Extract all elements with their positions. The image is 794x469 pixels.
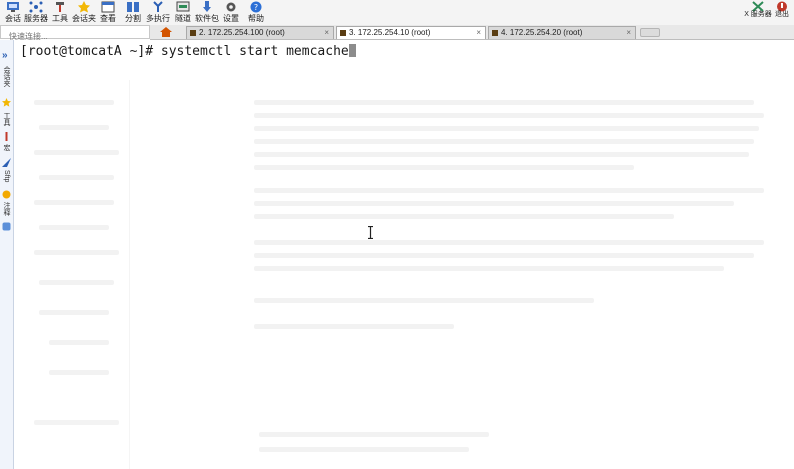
sidebar-item-sftp[interactable]: Sftp (1, 170, 12, 182)
view-icon (101, 1, 115, 13)
tab-close-icon[interactable]: × (476, 27, 481, 39)
terminal-tab-icon (190, 30, 196, 36)
svg-text:?: ? (254, 3, 258, 12)
session-tab-bar: 2. 172.25.254.100 (root) × 3. 172.25.254… (150, 25, 794, 40)
sidebar-item-tools[interactable]: 工具 (1, 112, 12, 126)
exit-label: 退出 (775, 11, 789, 18)
terminal-cursor (348, 44, 356, 57)
sidebar-item-notes[interactable]: 注释 (1, 202, 12, 216)
terminal-pane[interactable]: [root@tomcatA ~]# systemctl start memcac… (14, 40, 794, 469)
help-button[interactable]: ? 帮助 (245, 0, 267, 25)
side-panel: » 会话夹 工具 宏 Sftp 注释 (0, 40, 14, 469)
macro-icon (2, 158, 11, 167)
sftp-icon (2, 190, 11, 199)
main-toolbar: 会话 服务器 工具 会话夹 查看 分割 多执行 隧道 软件包 设置 ? 帮助 X… (0, 0, 794, 26)
sidebar-item-favorites[interactable]: 会话夹 (1, 66, 12, 87)
background-overlay (14, 40, 794, 469)
tab-session-2[interactable]: 2. 172.25.254.100 (root) × (186, 26, 334, 39)
expand-chevron-icon[interactable]: » (2, 50, 8, 61)
tunnel-icon (176, 1, 190, 12)
terminal-command-line: [root@tomcatA ~]# systemctl start memcac… (20, 44, 356, 59)
terminal-text: [root@tomcatA ~]# systemctl start memcac… (20, 44, 349, 59)
right-toolbar: X 服务器 退出 (744, 0, 794, 25)
session-icon (7, 2, 19, 12)
tab-session-4[interactable]: 4. 172.25.254.20 (root) × (488, 26, 636, 39)
multi-exec-icon (153, 1, 163, 12)
terminal-tab-icon (340, 30, 346, 36)
server-icon (29, 1, 43, 13)
notes-icon (2, 222, 11, 231)
help-icon: ? (250, 1, 262, 13)
tools-small-icon (5, 132, 8, 141)
new-tab-button[interactable] (640, 28, 660, 37)
help-label: 帮助 (248, 14, 264, 23)
tab-label: 3. 172.25.254.10 (root) (349, 28, 431, 37)
quick-connect-bar (0, 25, 150, 43)
home-icon[interactable] (160, 27, 172, 37)
terminal-tab-icon (492, 30, 498, 36)
sidebar-item-macros[interactable]: 宏 (1, 144, 12, 151)
split-icon (127, 2, 139, 12)
packages-icon (203, 1, 211, 12)
favorites-star-icon (78, 1, 90, 13)
tab-close-icon[interactable]: × (626, 27, 631, 39)
text-cursor-icon (368, 226, 373, 239)
settings-gear-icon (226, 2, 236, 12)
tab-label: 2. 172.25.254.100 (root) (199, 28, 285, 37)
star-icon (2, 98, 11, 107)
tab-close-icon[interactable]: × (324, 27, 329, 39)
tab-label: 4. 172.25.254.20 (root) (501, 28, 583, 37)
exit-button[interactable]: 退出 (770, 0, 794, 25)
tab-session-3[interactable]: 3. 172.25.254.10 (root) × (336, 26, 486, 39)
tools-icon (56, 2, 64, 12)
